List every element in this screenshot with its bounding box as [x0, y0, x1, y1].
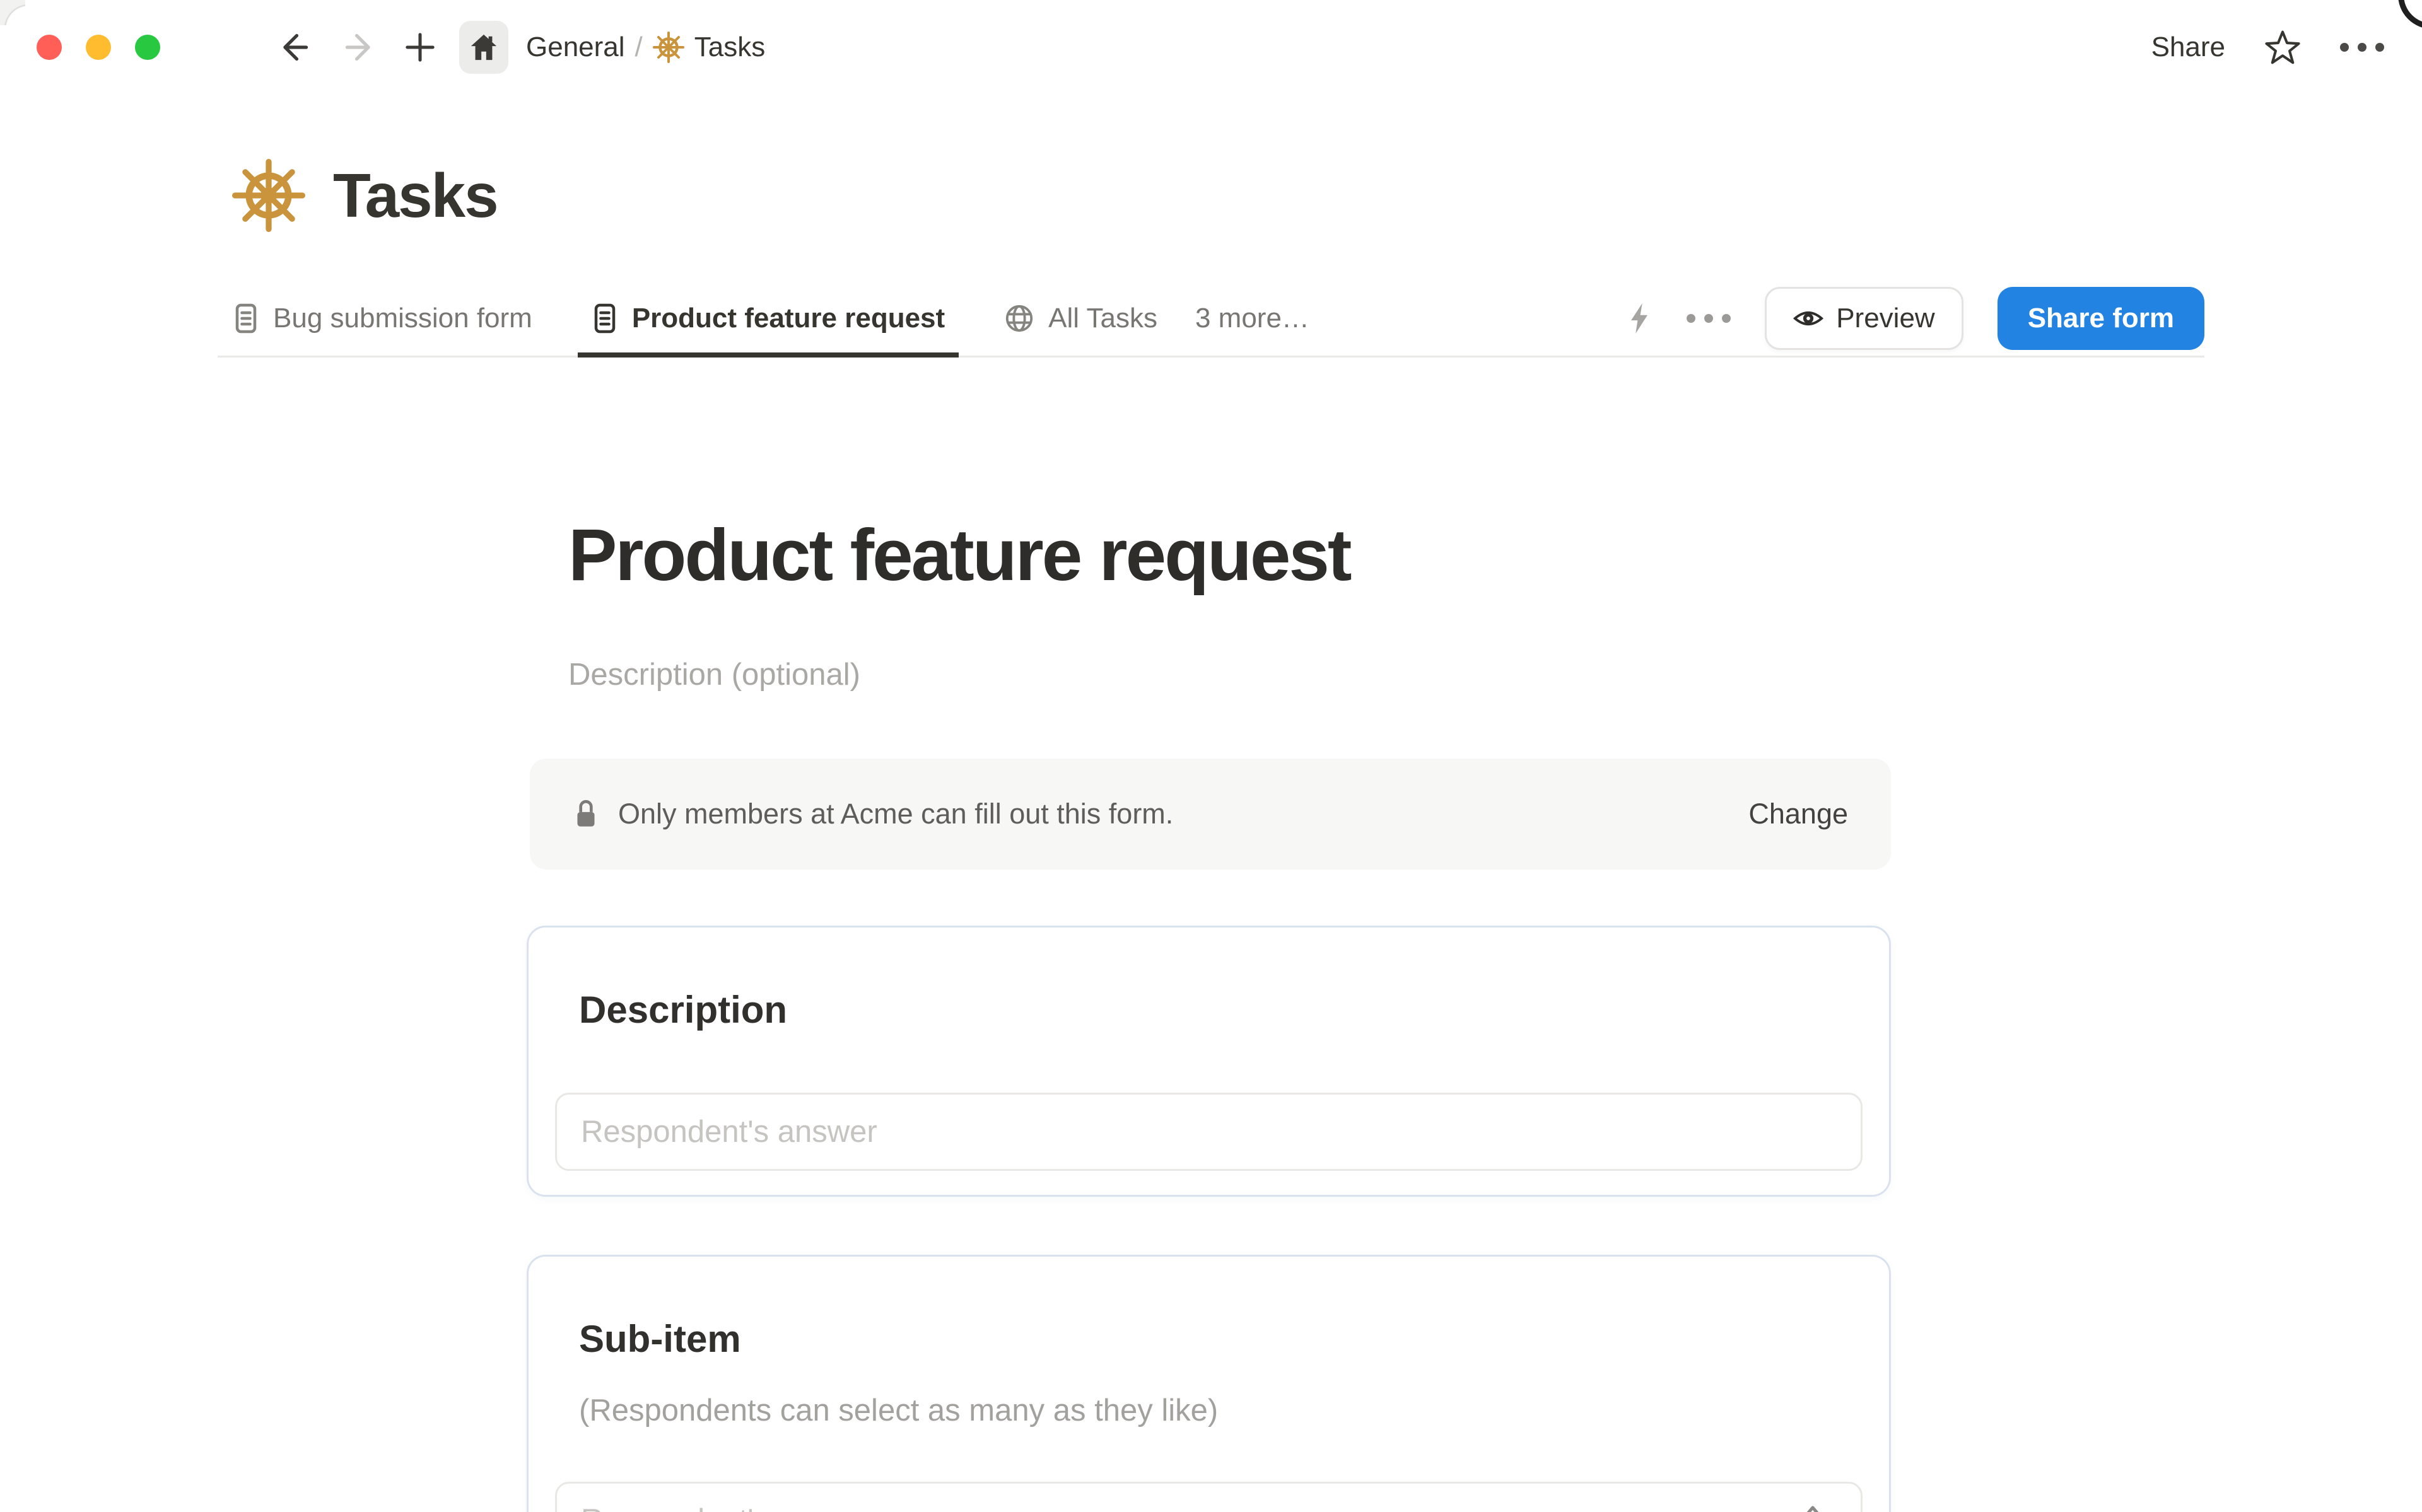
sidebar-menu-icon[interactable] — [203, 34, 240, 61]
share-form-label: Share form — [2027, 302, 2174, 334]
tab-label: All Tasks — [1048, 302, 1157, 334]
form-doc-icon — [594, 303, 616, 333]
close-window-button[interactable] — [37, 35, 62, 60]
field-card-description: Description Respondent's answer — [527, 926, 1891, 1197]
sub-item-answer-input[interactable]: Respondent's answer — [555, 1482, 1863, 1512]
page-title: Tasks — [333, 160, 499, 230]
tab-label: Product feature request — [631, 302, 945, 334]
minimize-window-button[interactable] — [86, 35, 111, 60]
breadcrumb: General / Tasks — [526, 32, 765, 63]
field-label: Sub-item — [579, 1318, 741, 1360]
breadcrumb-separator: / — [635, 32, 643, 62]
lock-icon — [577, 800, 595, 827]
window-corner-shade — [0, 0, 25, 25]
field-card-sub-item: Sub-item (Respondents can select as many… — [527, 1255, 1891, 1512]
tab-all-tasks[interactable]: All Tasks — [985, 281, 1176, 356]
zoom-window-button[interactable] — [135, 35, 160, 60]
field-hint: (Respondents can select as many as they … — [579, 1393, 1219, 1428]
breadcrumb-page[interactable]: Tasks — [694, 32, 765, 63]
ship-wheel-icon — [652, 32, 684, 63]
form-description-placeholder[interactable]: Description (optional) — [568, 657, 860, 692]
automation-lightning-icon[interactable] — [1626, 302, 1653, 335]
tab-label: 3 more… — [1195, 302, 1309, 334]
home-button[interactable] — [459, 21, 508, 74]
globe-icon — [1006, 305, 1033, 332]
field-label: Description — [579, 989, 788, 1031]
access-notice-banner: Only members at Acme can fill out this f… — [530, 759, 1891, 869]
select-chevron-icon — [1806, 1506, 1819, 1512]
share-button[interactable]: Share — [2151, 32, 2225, 63]
view-tabbar: Bug submission form Product feature requ… — [218, 281, 2204, 358]
change-access-link[interactable]: Change — [1748, 798, 1848, 830]
new-tab-plus-icon[interactable] — [402, 30, 438, 65]
eye-icon — [1793, 311, 1824, 325]
traffic-lights — [37, 35, 160, 60]
form-doc-icon — [235, 303, 257, 333]
preview-button[interactable]: Preview — [1765, 286, 1963, 350]
window-titlebar: General / Tasks Share — [0, 0, 2422, 95]
input-placeholder: Respondent's answer — [581, 1115, 877, 1149]
form-title[interactable]: Product feature request — [568, 509, 1352, 601]
home-icon — [471, 34, 497, 61]
input-placeholder: Respondent's answer — [581, 1503, 877, 1512]
preview-label: Preview — [1836, 302, 1935, 334]
share-form-button[interactable]: Share form — [1997, 286, 2204, 350]
favorite-star-icon[interactable] — [2264, 29, 2301, 66]
more-options-icon[interactable] — [2340, 43, 2384, 52]
description-answer-input[interactable]: Respondent's answer — [555, 1093, 1863, 1171]
tab-more[interactable]: 3 more… — [1176, 281, 1328, 356]
tab-product-feature-request[interactable]: Product feature request — [573, 281, 964, 358]
tab-bug-submission-form[interactable]: Bug submission form — [218, 281, 551, 356]
tab-label: Bug submission form — [273, 302, 532, 334]
back-arrow-icon[interactable] — [276, 29, 313, 66]
access-notice-text: Only members at Acme can fill out this f… — [618, 798, 1174, 830]
view-options-icon[interactable] — [1687, 313, 1731, 323]
page-icon-ship-wheel[interactable] — [232, 159, 305, 232]
forward-arrow-icon[interactable] — [341, 29, 377, 66]
breadcrumb-workspace[interactable]: General — [526, 32, 625, 63]
